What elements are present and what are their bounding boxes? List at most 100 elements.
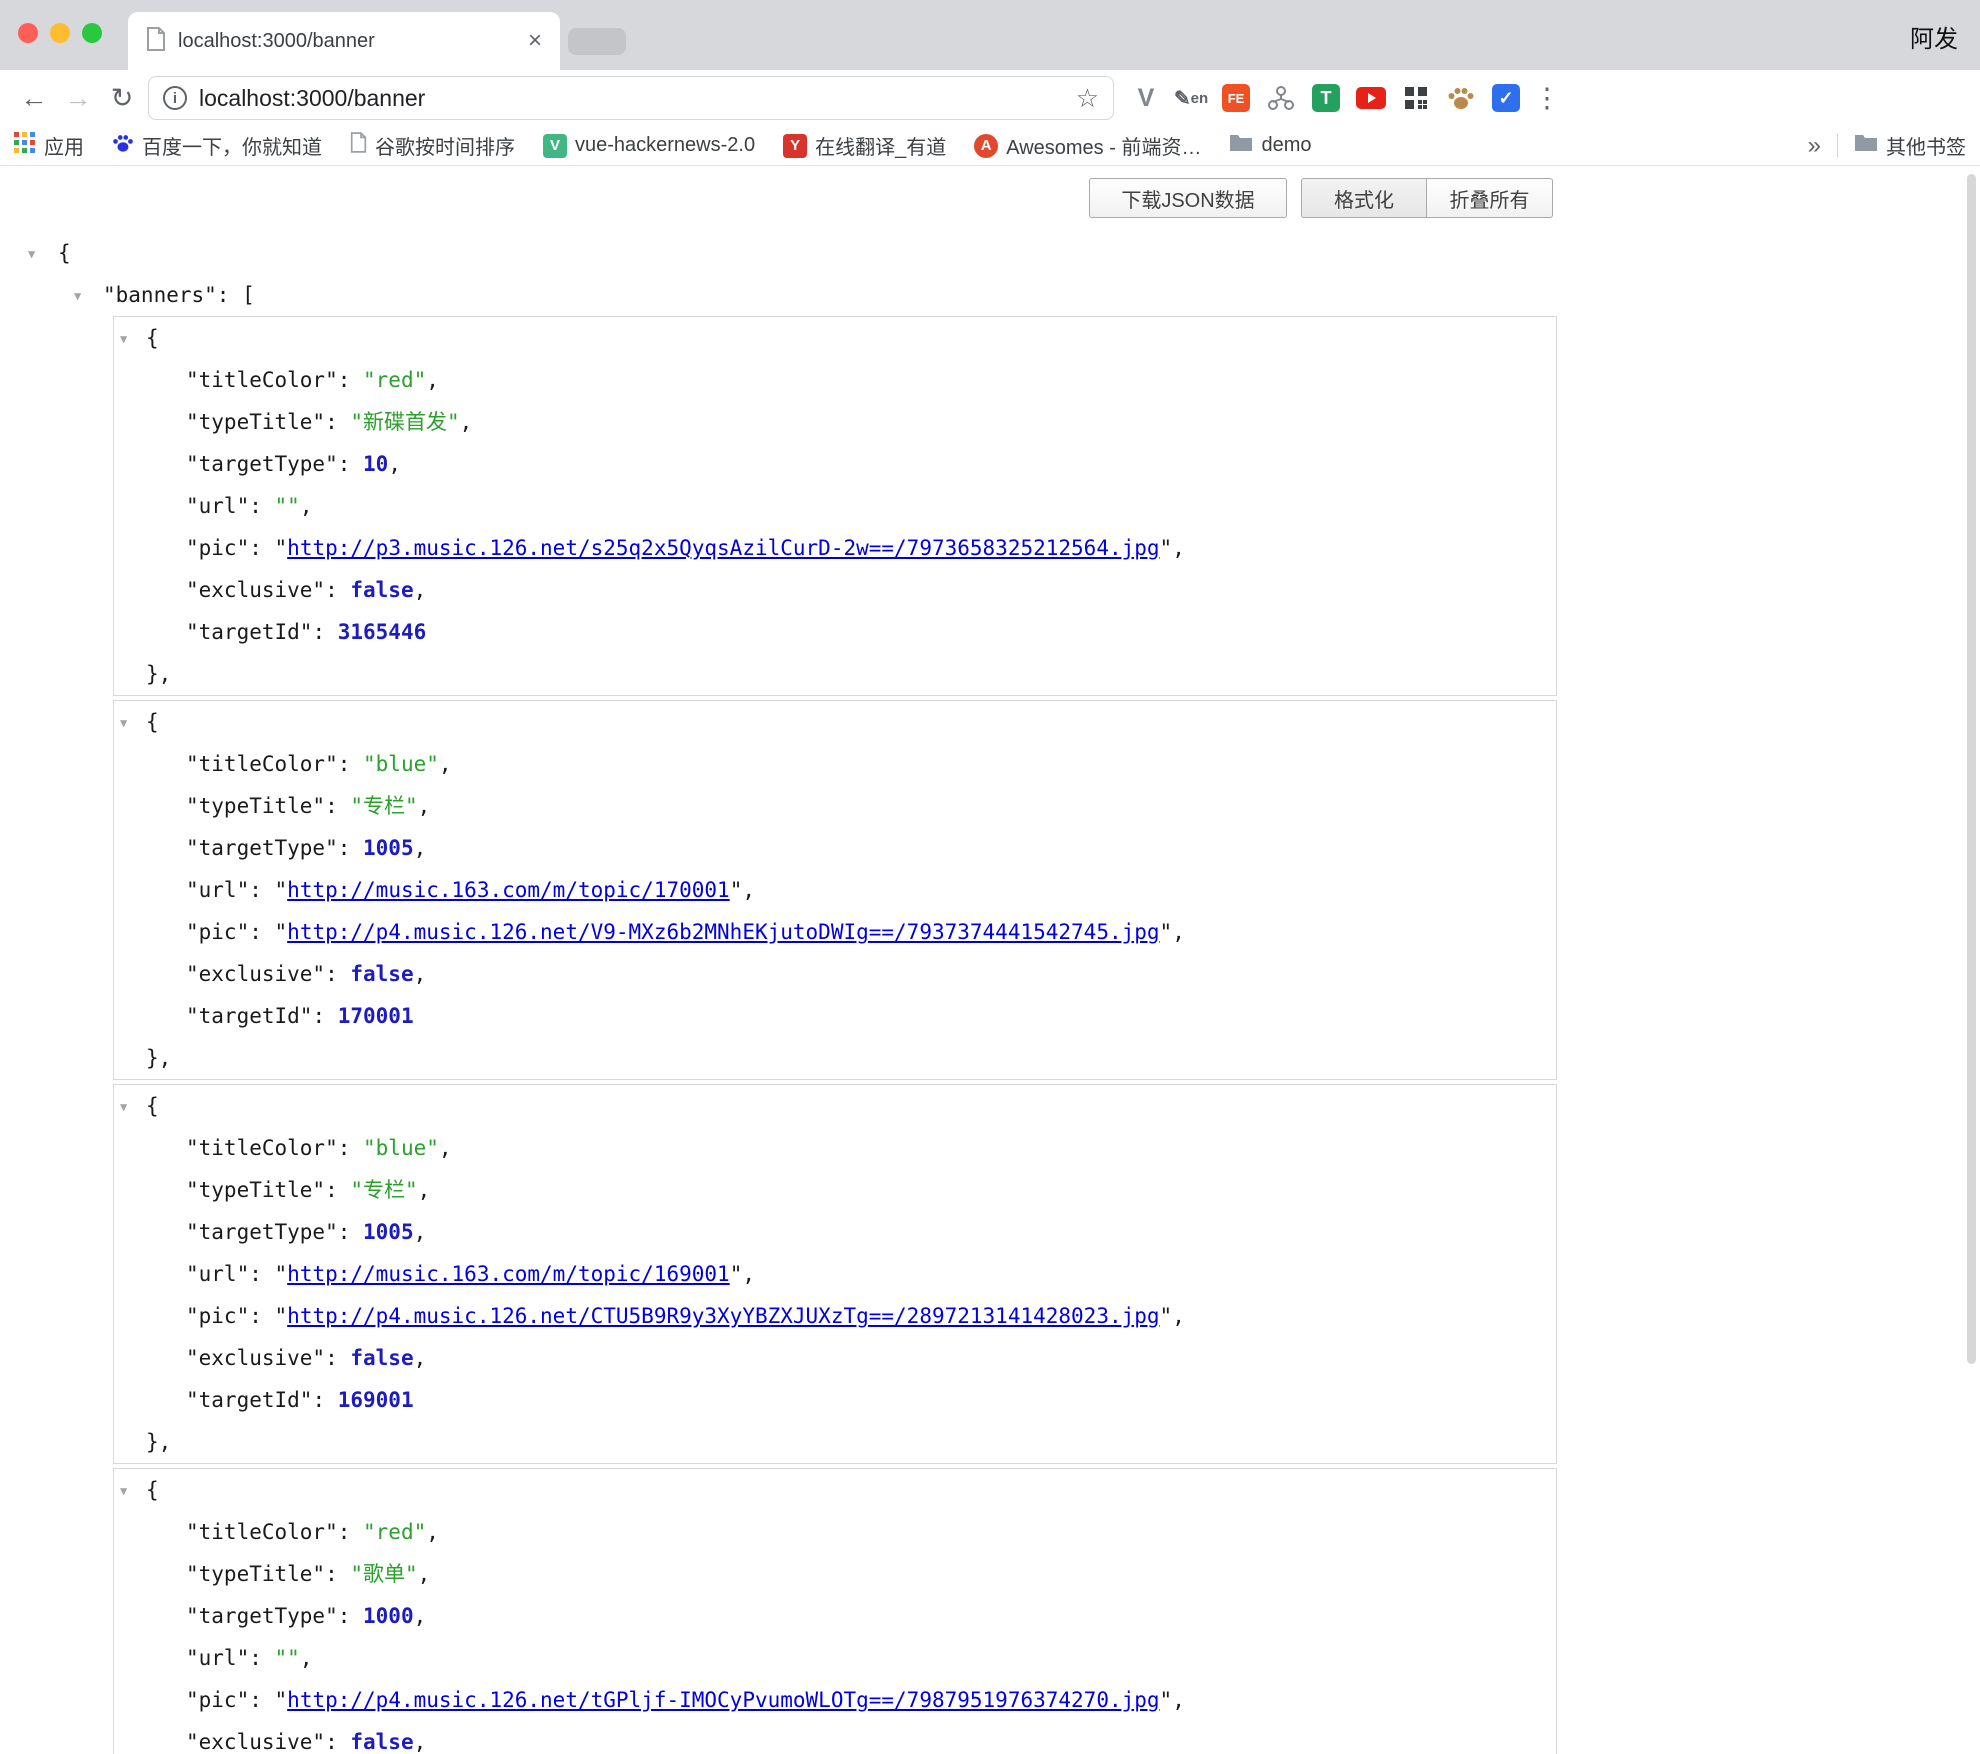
json-punct: , xyxy=(1172,1688,1185,1712)
site-info-icon[interactable]: i xyxy=(163,86,187,110)
format-button[interactable]: 格式化 xyxy=(1301,178,1427,218)
minimize-window-button[interactable] xyxy=(50,23,70,43)
fe-icon[interactable]: FE xyxy=(1220,82,1252,114)
bookmark-apps[interactable]: 应用 xyxy=(14,131,84,160)
json-key: "titleColor" xyxy=(186,1136,338,1160)
bookmarks-overflow-icon[interactable]: » xyxy=(1808,132,1821,160)
json-field-line: "targetType": 10, xyxy=(114,443,1556,485)
format-collapse-group: 格式化 折叠所有 xyxy=(1301,178,1553,218)
qrcode-icon[interactable] xyxy=(1400,82,1432,114)
json-link[interactable]: http://p4.music.126.net/V9-MXz6b2MNhEKju… xyxy=(287,920,1159,944)
json-link[interactable]: http://p4.music.126.net/tGPljf-IMOCyPvum… xyxy=(287,1688,1159,1712)
json-key: "exclusive" xyxy=(186,578,325,602)
bookmark-awesomes[interactable]: A Awesomes - 前端资… xyxy=(974,131,1201,160)
json-punct: : xyxy=(325,1730,350,1754)
check-badge-icon[interactable]: ✓ xyxy=(1490,82,1522,114)
json-field-line: "url": "http://music.163.com/m/topic/169… xyxy=(114,1253,1556,1295)
address-bar[interactable]: i localhost:3000/banner ☆ xyxy=(148,76,1114,120)
tab-strip: localhost:3000/banner × 阿发 xyxy=(0,0,1980,70)
json-string-value: "" xyxy=(275,1646,300,1670)
bookmark-label: demo xyxy=(1261,134,1311,157)
json-punct: , xyxy=(1172,1304,1185,1328)
collapse-toggle-icon[interactable]: ▼ xyxy=(28,233,35,275)
json-punct: : xyxy=(325,578,350,602)
collapse-all-button[interactable]: 折叠所有 xyxy=(1427,178,1553,218)
json-key: "targetType" xyxy=(186,1604,338,1628)
browser-tab[interactable]: localhost:3000/banner × xyxy=(128,12,560,70)
json-punct: , xyxy=(414,1220,427,1244)
org-chart-icon[interactable] xyxy=(1265,82,1297,114)
bookmark-baidu[interactable]: 百度一下，你就知道 xyxy=(112,131,322,160)
paw-icon[interactable] xyxy=(1445,82,1477,114)
folder-icon xyxy=(1229,133,1253,158)
bookmark-google-sort[interactable]: 谷歌按时间排序 xyxy=(350,131,515,160)
json-number-value: 1005 xyxy=(363,1220,414,1244)
profile-name[interactable]: 阿发 xyxy=(1910,19,1958,54)
json-object-box: ▼{"titleColor": "red","typeTitle": "新碟首发… xyxy=(113,316,1557,696)
json-punct: : xyxy=(338,836,363,860)
bookmark-youdao[interactable]: Y 在线翻译_有道 xyxy=(783,131,946,160)
back-button[interactable]: ← xyxy=(12,76,56,120)
json-boolean-value: false xyxy=(350,1346,413,1370)
bookmark-other-folder[interactable]: 其他书签 xyxy=(1854,131,1966,160)
bookmark-vue-hackernews[interactable]: V vue-hackernews-2.0 xyxy=(543,134,755,158)
tab-title: localhost:3000/banner xyxy=(178,30,375,53)
json-punct: , xyxy=(439,1136,452,1160)
json-field-line: "targetId": 3165446 xyxy=(114,611,1556,653)
collapse-toggle-icon[interactable]: ▼ xyxy=(120,1086,127,1128)
forward-button[interactable]: → xyxy=(56,76,100,120)
json-field-line: "titleColor": "blue", xyxy=(114,743,1556,785)
tab-close-icon[interactable]: × xyxy=(528,27,542,55)
collapse-toggle-icon[interactable]: ▼ xyxy=(120,1470,127,1512)
json-punct: : xyxy=(249,1262,274,1286)
collapse-toggle-icon[interactable]: ▼ xyxy=(120,318,127,360)
json-field-line: "exclusive": false, xyxy=(114,1721,1556,1754)
json-string-value: "专栏" xyxy=(350,794,417,818)
json-punct: , xyxy=(300,1646,313,1670)
json-link[interactable]: http://p4.music.126.net/CTU5B9R9y3XyYBZX… xyxy=(287,1304,1159,1328)
json-number-value: 170001 xyxy=(338,1004,414,1028)
bookmark-demo-folder[interactable]: demo xyxy=(1229,133,1311,158)
youdao-icon: Y xyxy=(783,134,807,158)
close-window-button[interactable] xyxy=(18,23,38,43)
json-key: "banners" xyxy=(103,283,217,307)
reload-button[interactable]: ↻ xyxy=(100,76,144,120)
json-punct: : xyxy=(249,1646,274,1670)
folder-icon xyxy=(1854,133,1878,158)
download-json-button[interactable]: 下载JSON数据 xyxy=(1089,178,1287,218)
json-number-value: 1000 xyxy=(363,1604,414,1628)
json-punct: : xyxy=(325,410,350,434)
divider xyxy=(1837,134,1838,158)
json-link[interactable]: http://music.163.com/m/topic/169001 xyxy=(287,1262,730,1286)
tampermonkey-icon[interactable]: T xyxy=(1310,82,1342,114)
json-punct: : xyxy=(338,452,363,476)
json-punct: { xyxy=(146,326,159,350)
json-punct: : xyxy=(338,1604,363,1628)
json-punct: , xyxy=(742,878,755,902)
json-string-value: "专栏" xyxy=(350,1178,417,1202)
json-punct: : xyxy=(338,1220,363,1244)
json-punct: , xyxy=(426,368,439,392)
new-tab-button[interactable] xyxy=(568,28,626,55)
bookmark-label: Awesomes - 前端资… xyxy=(1006,131,1201,160)
url-text[interactable]: localhost:3000/banner xyxy=(199,85,425,112)
scrollbar-thumb[interactable] xyxy=(1967,174,1976,1364)
vimium-icon[interactable]: V xyxy=(1130,82,1162,114)
json-punct: : xyxy=(338,1520,363,1544)
zoom-window-button[interactable] xyxy=(82,23,102,43)
browser-menu-icon[interactable]: ⋮ xyxy=(1532,83,1562,114)
youtube-icon[interactable] xyxy=(1355,82,1387,114)
json-array-line: ▼"banners": [ xyxy=(0,274,1980,316)
json-key: "typeTitle" xyxy=(186,794,325,818)
json-key: "targetType" xyxy=(186,1220,338,1244)
bookmark-star-icon[interactable]: ☆ xyxy=(1076,83,1099,114)
json-punct: : xyxy=(249,1304,274,1328)
json-link[interactable]: http://p3.music.126.net/s25q2x5QyqsAzilC… xyxy=(287,536,1159,560)
collapse-toggle-icon[interactable]: ▼ xyxy=(74,275,81,317)
json-punct: : xyxy=(312,1388,337,1412)
json-link[interactable]: http://music.163.com/m/topic/170001 xyxy=(287,878,730,902)
json-punct: , xyxy=(418,794,431,818)
json-key: "url" xyxy=(186,1646,249,1670)
collapse-toggle-icon[interactable]: ▼ xyxy=(120,702,127,744)
translate-icon[interactable]: ✎en xyxy=(1175,82,1207,114)
